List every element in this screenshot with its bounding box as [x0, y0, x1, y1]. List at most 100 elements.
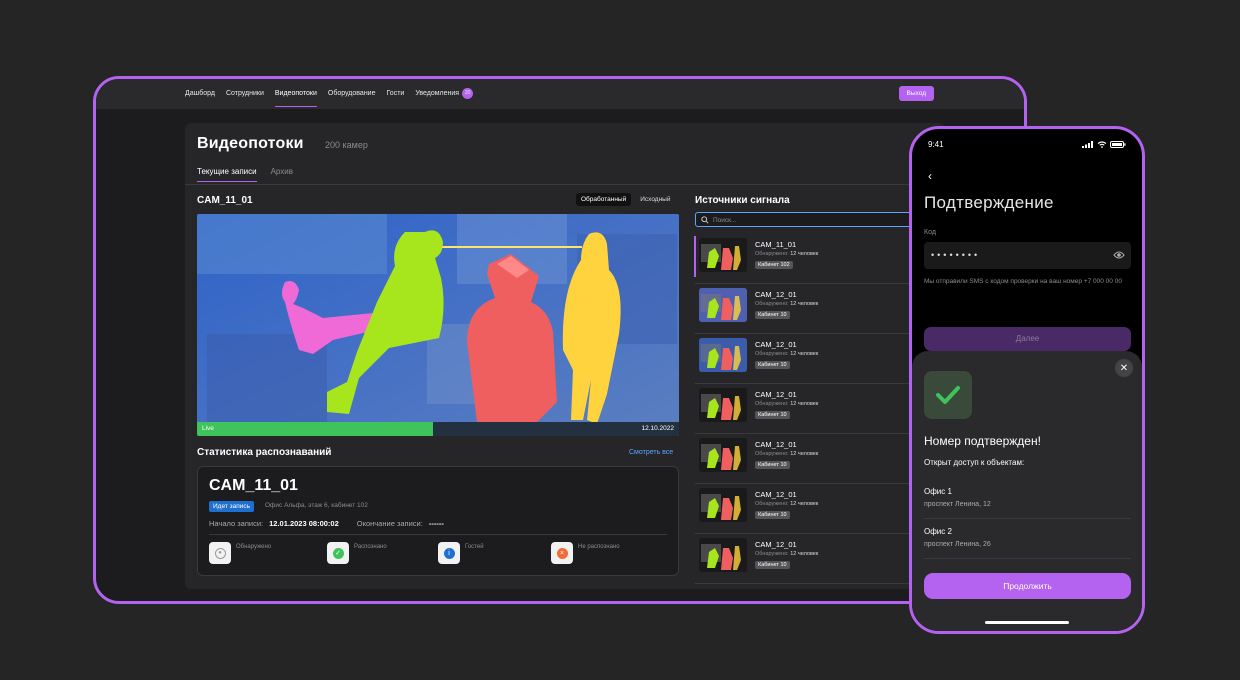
source-item[interactable]: CAM_11_01 Обнаружено: 12 человек Кабинет 1… — [694, 234, 945, 284]
stats-card: CAM_11_01 Идет запись Офис Альфа, этаж 6… — [197, 466, 679, 576]
nav-item-guests[interactable]: Гости — [386, 79, 404, 109]
tab-current-records[interactable]: Текущие записи — [197, 167, 257, 182]
check-icon: ✓ — [327, 542, 349, 564]
end-value: ------ — [428, 519, 444, 528]
phone-frame: 9:41 ‹ Подтверждение Код •••••••• Мы отп… — [909, 126, 1145, 634]
continue-button[interactable]: Продолжить — [924, 573, 1131, 599]
nav-items: Дашборд Сотрудники Видеопотоки Оборудова… — [185, 79, 474, 109]
source-room-badge: Кабинет 10 — [755, 561, 790, 569]
source-name: CAM_12_01 — [755, 440, 797, 449]
source-thumbnail — [699, 338, 747, 372]
start-value: 12.01.2023 08:00:02 — [269, 519, 339, 528]
source-detected: Обнаружено: 12 человек — [755, 351, 818, 357]
video-progress-bar[interactable]: Live 12.10.2022 — [197, 422, 679, 436]
wifi-icon — [1097, 141, 1107, 148]
source-name: CAM_12_01 — [755, 540, 797, 549]
source-detected: Обнаружено: 12 человек — [755, 301, 818, 307]
source-item[interactable]: CAM_12_01 Обнаружено: 12 человек Кабинет 1… — [695, 284, 945, 334]
stats-metrics: ● Обнаружено ✓ Распознано i Гостей × Не … — [209, 542, 667, 564]
camera-title: CAM_11_01 — [197, 195, 253, 206]
source-name: CAM_12_01 — [755, 340, 797, 349]
source-item[interactable]: CAM_12_01 Обнаружено: 12 человек Кабинет 1… — [695, 534, 945, 584]
source-name: CAM_12_01 — [755, 490, 797, 499]
source-detected: Обнаружено: 12 человек — [755, 451, 818, 457]
user-icon: ● — [209, 542, 231, 564]
start-label: Начало записи: — [209, 519, 264, 528]
stats-location: Офис Альфа, этаж 6, кабинет 102 — [265, 502, 368, 509]
source-thumbnail — [699, 488, 747, 522]
source-room-badge: Кабинет 10 — [755, 411, 790, 419]
metric-detected: ● Обнаружено — [209, 542, 271, 564]
nav-item-notifications[interactable]: Уведомления 20 — [415, 79, 474, 109]
source-item[interactable]: CAM_12_01 Обнаружено: 12 человек Кабинет 1… — [695, 484, 945, 534]
source-detected: Обнаружено: 12 человек — [755, 401, 818, 407]
source-thumbnail — [699, 538, 747, 572]
source-detected-label: Обнаружено: — [755, 251, 789, 257]
source-detected: Обнаружено: 12 человек — [755, 551, 818, 557]
nav-item-equipment[interactable]: Оборудование — [328, 79, 376, 109]
metric-recognized-label: Распознано — [354, 544, 387, 550]
nav-item-notifications-label: Уведомления — [415, 90, 460, 97]
office-item[interactable]: Офис 2 проспект Ленина, 26 — [924, 519, 1131, 559]
source-detected-label: Обнаружено: — [755, 501, 789, 507]
nav-item-videostreams[interactable]: Видеопотоки — [274, 79, 317, 109]
metric-guests-label: Гостей — [465, 544, 484, 550]
source-detected: Обнаружено: 12 человек — [755, 251, 818, 257]
end-label: Окончание записи: — [356, 519, 423, 528]
next-button[interactable]: Далее — [924, 327, 1131, 351]
source-name: CAM_11_01 — [755, 240, 797, 249]
desktop-window: Дашборд Сотрудники Видеопотоки Оборудова… — [93, 76, 1027, 604]
mode-processed-button[interactable]: Обработанный — [576, 193, 632, 206]
source-detected-value: 12 человек — [790, 251, 819, 257]
source-detected-value: 12 человек — [790, 501, 819, 507]
source-detected-label: Обнаружено: — [755, 451, 789, 457]
source-room-badge: Кабинет 10 — [755, 311, 790, 319]
main-panel: Видеопотоки 200 камер Текущие записи Арх… — [185, 123, 945, 589]
source-room-badge: Кабинет 10 — [755, 361, 790, 369]
office-address: проспект Ленина, 26 — [924, 541, 991, 548]
confirmation-sheet: ✕ Номер подтвержден! Открыт доступ к объ… — [912, 351, 1142, 631]
back-chevron-icon[interactable]: ‹ — [928, 169, 932, 183]
tab-archive[interactable]: Архив — [271, 167, 293, 182]
source-detected-value: 12 человек — [790, 451, 819, 457]
mode-toggle: Обработанный Исходный — [576, 193, 675, 206]
source-room-badge: Кабинет 10 — [755, 461, 790, 469]
source-detected: Обнаружено: 12 человек — [755, 501, 818, 507]
code-field[interactable]: •••••••• — [924, 242, 1131, 269]
sms-hint: Мы отправили SMS с кодом проверки на ваш… — [924, 278, 1122, 285]
notifications-count-badge: 20 — [462, 87, 474, 99]
stage: Дашборд Сотрудники Видеопотоки Оборудова… — [0, 0, 1240, 680]
segmentation-frame — [197, 214, 679, 436]
sources-search-input[interactable] — [713, 214, 913, 226]
source-item[interactable]: CAM_12_01 Обнаружено: 12 человек Кабинет 1… — [695, 384, 945, 434]
source-item[interactable]: CAM_12_01 Обнаружено: 12 человек Кабинет 1… — [695, 434, 945, 484]
status-icons — [1082, 141, 1126, 148]
cross-icon: × — [551, 542, 573, 564]
source-detected-label: Обнаружено: — [755, 401, 789, 407]
close-icon[interactable]: ✕ — [1115, 359, 1133, 377]
source-detected-label: Обнаружено: — [755, 351, 789, 357]
office-item[interactable]: Офис 1 проспект Ленина, 12 — [924, 479, 1131, 519]
source-detected-value: 12 человек — [790, 301, 819, 307]
sources-list: CAM_11_01 Обнаружено: 12 человек Кабинет 1… — [694, 234, 945, 584]
sources-title: Источники сигнала — [695, 195, 790, 206]
nav-item-employees[interactable]: Сотрудники — [226, 79, 264, 109]
mode-original-button[interactable]: Исходный — [635, 193, 675, 206]
source-item[interactable]: CAM_12_01 Обнаружено: 12 человек Кабинет 1… — [695, 334, 945, 384]
source-thumbnail — [699, 288, 747, 322]
eye-icon[interactable] — [1113, 250, 1125, 260]
source-detected-value: 12 человек — [790, 551, 819, 557]
sources-search — [695, 212, 945, 227]
office-name: Офис 1 — [924, 487, 952, 496]
page-title: Видеопотоки — [197, 135, 304, 152]
nav-item-dashboard[interactable]: Дашборд — [185, 79, 215, 109]
stats-divider — [209, 534, 667, 535]
video-player[interactable]: Live 12.10.2022 — [197, 214, 679, 436]
logout-button[interactable]: Выход — [898, 86, 934, 101]
sheet-subtitle: Открыт доступ к объектам: — [924, 458, 1025, 467]
tabs-divider — [185, 184, 945, 185]
search-icon — [701, 216, 709, 224]
source-room-badge: Кабинет 102 — [755, 261, 793, 269]
source-detected-label: Обнаружено: — [755, 551, 789, 557]
see-all-link[interactable]: Смотреть все — [629, 449, 673, 456]
